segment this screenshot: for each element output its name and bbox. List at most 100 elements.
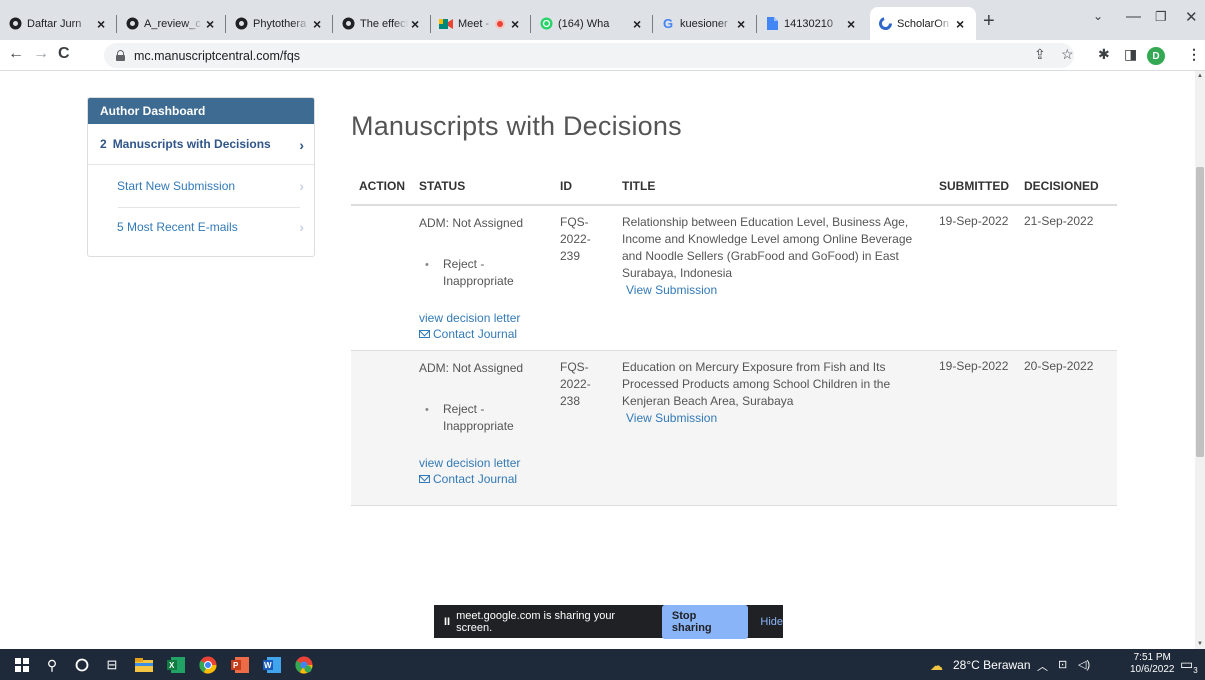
search-icon[interactable]: ⚲ [42,655,62,675]
scroll-down-icon[interactable]: ▼ [1197,641,1203,647]
system-clock[interactable]: 7:51 PM 10/6/2022 [1130,652,1175,676]
contact-journal-link[interactable]: Contact Journal [419,326,552,342]
submitted-date: 19-Sep-2022 [931,350,1016,506]
svg-text:X: X [169,661,175,670]
contact-journal-link[interactable]: Contact Journal [419,471,552,487]
browser-tab[interactable]: Phytothera × [226,7,333,40]
url-text: mc.manuscriptcentral.com/fqs [134,48,301,63]
decisioned-date: 21-Sep-2022 [1016,205,1117,351]
scroll-up-icon[interactable]: ▲ [1197,73,1203,79]
close-icon[interactable]: × [97,16,111,32]
speaker-icon[interactable]: ◁) [1078,658,1090,671]
menu-icon[interactable]: ⋮ [1187,46,1201,63]
word-icon[interactable]: W [262,655,282,675]
close-icon[interactable]: × [633,16,647,32]
browser-tab[interactable]: Daftar Jurn × [0,7,117,40]
tab-title: 14130210 [784,17,833,30]
close-icon[interactable]: × [847,16,861,32]
close-icon[interactable]: × [313,16,327,32]
view-submission-link[interactable]: View Submission [626,282,931,298]
network-icon[interactable]: ⊡ [1058,658,1067,671]
column-header-title[interactable]: TITLE [614,175,931,206]
page-scrollbar[interactable]: ▲ ▼ [1195,71,1205,649]
decision-count: 2 [100,137,107,151]
back-icon[interactable]: ← [8,45,24,63]
column-header-decisioned[interactable]: DECISIONED [1016,175,1117,206]
tab-search-icon[interactable]: ⌄ [1093,9,1103,23]
drag-handle-icon[interactable]: II [444,616,450,628]
chevron-up-icon[interactable]: ︿ [1037,658,1048,674]
admin-status: ADM: Not Assigned [419,216,524,230]
address-bar[interactable]: mc.manuscriptcentral.com/fqs [104,43,1074,68]
hide-button[interactable]: Hide [760,616,783,628]
column-header-id[interactable]: ID [552,175,614,206]
new-tab-icon[interactable]: + [983,10,995,33]
side-panel-icon[interactable]: ◨ [1124,46,1137,63]
action-cell [351,205,411,351]
scrollbar-thumb[interactable] [1196,167,1204,457]
status-cell: ADM: Not Assigned • Reject - Inappropria… [411,205,552,351]
forward-icon[interactable]: → [33,45,49,63]
reload-icon[interactable]: C [58,45,70,63]
manuscripts-table: ACTION STATUS ID TITLE SUBMITTED DECISIO… [351,175,1117,506]
browser-tab[interactable]: Meet - × [431,7,531,40]
browser-tab[interactable]: A_review_c × [117,7,226,40]
excel-icon[interactable]: X [166,655,186,675]
google-icon: G [662,16,674,31]
notification-center-icon[interactable]: ▭3 [1180,656,1198,675]
sidebar-item-start-new-submission[interactable]: Start New Submission › [88,165,314,206]
extensions-icon[interactable]: ✱ [1098,46,1110,63]
sidebar-item-manuscripts-with-decisions[interactable]: 2 Manuscripts with Decisions › [88,124,314,165]
profile-avatar[interactable]: D [1147,47,1165,65]
stop-sharing-button[interactable]: Stop sharing [661,604,749,639]
globe-icon [8,17,22,31]
powerpoint-icon[interactable]: P [230,655,250,675]
decision-text: Reject - Inappropriate [443,401,514,433]
view-decision-letter-link[interactable]: view decision letter [419,455,552,471]
browser-tab-active[interactable]: ScholarOn × [870,7,976,40]
task-view-icon[interactable]: ⊟ [102,655,122,675]
chrome-icon[interactable] [198,655,218,675]
view-submission-link[interactable]: View Submission [626,410,931,426]
weather-text[interactable]: 28°C Berawan [953,658,1031,672]
windows-start-icon[interactable] [12,655,32,675]
bookmark-star-icon[interactable]: ☆ [1061,46,1074,63]
file-explorer-icon[interactable] [134,655,154,675]
close-icon[interactable]: × [511,16,525,32]
chrome-profile-icon[interactable] [294,655,314,675]
manuscript-id: FQS-2022-239 [552,205,614,351]
table-row: ADM: Not Assigned • Reject - Inappropria… [351,205,1117,351]
minimize-icon[interactable]: — [1126,8,1141,25]
table-row: ADM: Not Assigned • Reject - Inappropria… [351,350,1117,506]
globe-icon [341,17,355,31]
tab-title: kuesioner [680,17,728,30]
restore-icon[interactable]: ❐ [1155,9,1167,25]
sidebar-item-label: 5 Most Recent E-mails [117,219,238,234]
close-icon[interactable]: × [956,16,970,32]
globe-icon [234,17,248,31]
meet-icon [439,17,453,31]
browser-tab[interactable]: G kuesioner × [653,7,757,40]
cortana-icon[interactable] [72,655,92,675]
browser-tab[interactable]: 14130210 × [757,7,867,40]
close-icon[interactable]: × [737,16,751,32]
lock-icon [116,50,125,61]
chevron-right-icon: › [299,178,304,194]
share-icon[interactable]: ⇪ [1034,46,1046,63]
chevron-right-icon: › [299,219,304,235]
notification-count: 3 [1193,665,1198,675]
browser-tab[interactable]: (164) Wha × [531,7,653,40]
window-close-icon[interactable]: ✕ [1185,8,1198,26]
close-icon[interactable]: × [411,16,425,32]
view-decision-letter-link[interactable]: view decision letter [419,310,552,326]
close-icon[interactable]: × [206,16,220,32]
tab-title: The effect [360,17,408,30]
column-header-action[interactable]: ACTION [351,175,411,206]
column-header-submitted[interactable]: SUBMITTED [931,175,1016,206]
manuscript-title: Education on Mercury Exposure from Fish … [622,359,891,408]
table-header-row: ACTION STATUS ID TITLE SUBMITTED DECISIO… [351,175,1117,206]
column-header-status[interactable]: STATUS [411,175,552,206]
dashboard-header: Author Dashboard [88,98,314,124]
sidebar-item-recent-emails[interactable]: 5 Most Recent E-mails › [88,206,314,247]
browser-tab[interactable]: The effect × [333,7,431,40]
